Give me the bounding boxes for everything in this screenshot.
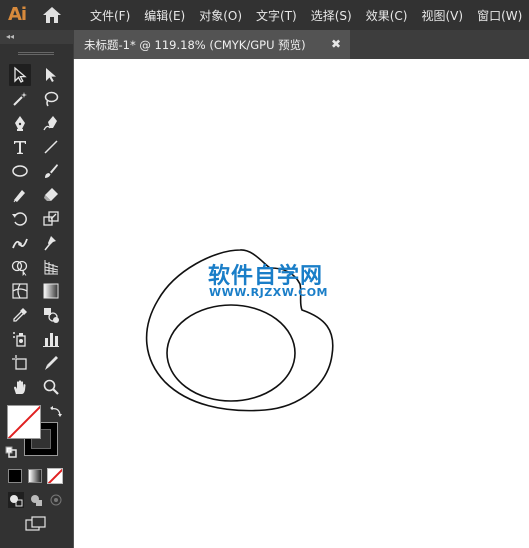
screen-mode-icon[interactable] — [25, 516, 47, 532]
swap-fill-stroke-icon[interactable] — [49, 405, 63, 419]
menu-select[interactable]: 选择(S) — [311, 7, 352, 24]
none-icon — [48, 469, 62, 483]
shape-builder-tool-icon[interactable] — [9, 256, 31, 278]
hand-tool-icon[interactable] — [9, 376, 31, 398]
collapse-toolbar-icon[interactable]: ◂◂ — [6, 32, 14, 41]
pen-tool-icon[interactable] — [9, 112, 31, 134]
color-mode-button[interactable] — [8, 469, 22, 483]
default-fill-stroke-icon[interactable] — [5, 446, 17, 458]
menu-object[interactable]: 对象(O) — [199, 7, 242, 24]
watermark-url: WWW.RJZXW.COM — [209, 286, 328, 299]
app-logo: Ai — [8, 4, 27, 25]
zoom-tool-icon[interactable] — [40, 376, 62, 398]
draw-modes — [6, 490, 68, 510]
menu-window[interactable]: 窗口(W) — [477, 7, 522, 24]
magic-wand-tool-icon[interactable] — [9, 88, 31, 110]
artboard-tool-icon[interactable] — [9, 352, 31, 374]
mesh-tool-icon[interactable] — [9, 280, 31, 302]
none-mode-button[interactable] — [47, 468, 63, 484]
artboard-canvas[interactable] — [74, 59, 529, 548]
width-tool-icon[interactable] — [9, 232, 31, 254]
tools-panel — [0, 44, 73, 548]
none-icon — [8, 406, 40, 438]
selection-tool-icon[interactable] — [9, 64, 31, 86]
main-menu: 文件(F) 编辑(E) 对象(O) 文字(T) 选择(S) 效果(C) 视图(V… — [90, 0, 529, 30]
blend-tool-icon[interactable] — [40, 304, 62, 326]
draw-normal-icon[interactable] — [8, 492, 24, 508]
line-segment-tool-icon[interactable] — [40, 136, 62, 158]
slice-tool-icon[interactable] — [40, 352, 62, 374]
menu-type[interactable]: 文字(T) — [256, 7, 297, 24]
fill-swatch-front[interactable] — [7, 405, 41, 439]
eraser-tool-icon[interactable] — [40, 184, 62, 206]
curvature-tool-icon[interactable] — [40, 112, 62, 134]
puppet-warp-tool-icon[interactable] — [40, 232, 62, 254]
document-tab[interactable]: 未标题-1* @ 119.18% (CMYK/GPU 预览) — [74, 30, 350, 59]
menu-effect[interactable]: 效果(C) — [366, 7, 408, 24]
scale-tool-icon[interactable] — [40, 208, 62, 230]
menu-edit[interactable]: 编辑(E) — [144, 7, 185, 24]
tab-row: ◂◂ 未标题-1* @ 119.18% (CMYK/GPU 预览) ✖ — [0, 30, 529, 59]
lasso-tool-icon[interactable] — [40, 88, 62, 110]
close-icon[interactable]: ✖ — [331, 37, 341, 51]
eyedropper-tool-icon[interactable] — [9, 304, 31, 326]
panel-grip[interactable] — [18, 52, 54, 55]
menu-view[interactable]: 视图(V) — [421, 7, 463, 24]
rotate-tool-icon[interactable] — [9, 208, 31, 230]
perspective-grid-tool-icon[interactable] — [40, 256, 62, 278]
draw-inside-icon[interactable] — [48, 492, 64, 508]
direct-selection-tool-icon[interactable] — [40, 64, 62, 86]
menu-file[interactable]: 文件(F) — [90, 7, 130, 24]
gradient-tool-icon[interactable] — [40, 280, 62, 302]
document-tab-title: 未标题-1* @ 119.18% (CMYK/GPU 预览) — [84, 37, 306, 52]
gradient-mode-button[interactable] — [28, 469, 42, 483]
symbol-sprayer-tool-icon[interactable] — [9, 328, 31, 350]
menu-bar: Ai 文件(F) 编辑(E) 对象(O) 文字(T) 选择(S) 效果(C) 视… — [0, 0, 529, 30]
column-graph-tool-icon[interactable] — [40, 328, 62, 350]
draw-behind-icon[interactable] — [28, 492, 44, 508]
paintbrush-tool-icon[interactable] — [40, 160, 62, 182]
home-icon[interactable] — [42, 6, 62, 24]
shaper-tool-icon[interactable] — [9, 184, 31, 206]
type-tool-icon[interactable] — [9, 136, 31, 158]
ellipse-tool-icon[interactable] — [9, 160, 31, 182]
